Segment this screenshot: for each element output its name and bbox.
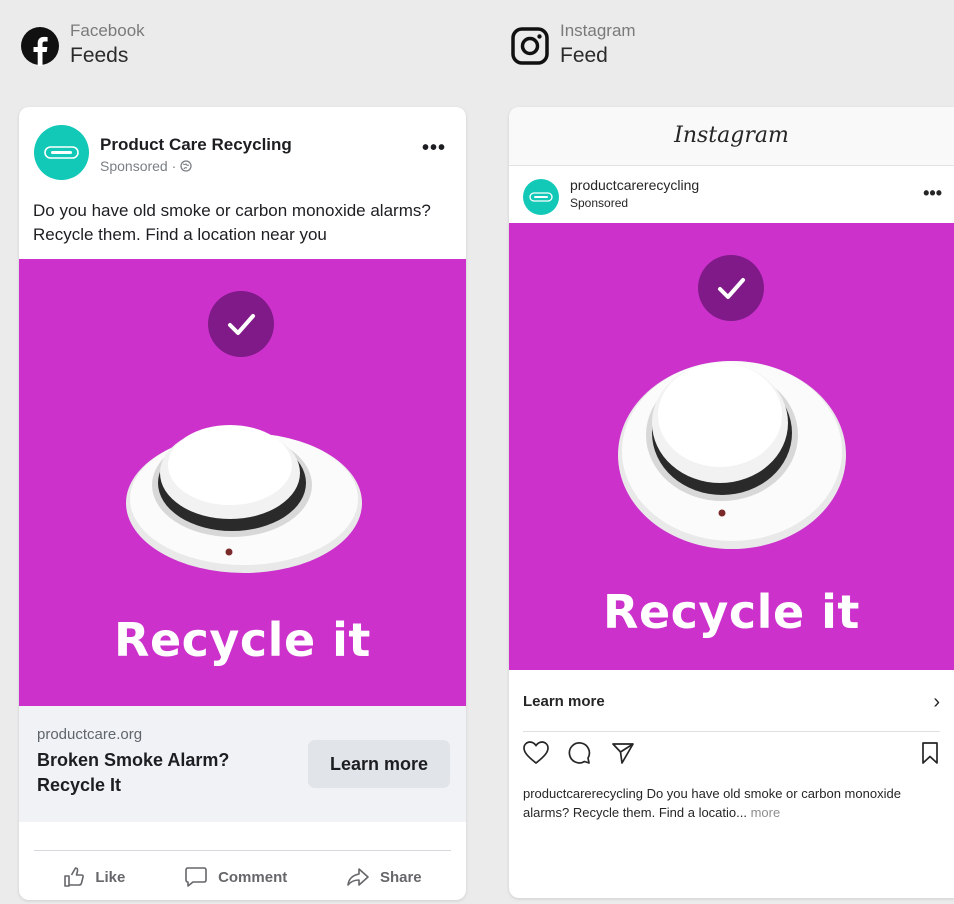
divider [34, 850, 451, 851]
divider [523, 731, 940, 732]
smoke-alarm-image [618, 361, 846, 549]
platform-name: Instagram [560, 21, 636, 40]
share-icon [347, 868, 369, 886]
more-options-button[interactable]: ••• [923, 183, 942, 204]
caption-username[interactable]: productcarerecycling [523, 786, 643, 801]
sponsored-label: Sponsored · [100, 158, 192, 174]
link-headline: Broken Smoke Alarm? Recycle It [37, 750, 230, 795]
instagram-ad-preview: Instagram productcarerecycling Sponsored… [509, 107, 954, 898]
product-care-logo-icon [44, 146, 79, 159]
ad-image[interactable]: Recycle it [19, 259, 466, 706]
caption-more-link[interactable]: more [747, 805, 781, 820]
sponsored-label: Sponsored [570, 196, 629, 210]
comment-label: Comment [218, 868, 288, 886]
action-bar: Like Comment Share [34, 859, 451, 895]
like-button[interactable]: Like [63, 866, 125, 888]
link-preview[interactable]: productcare.org Broken Smoke Alarm? Recy… [19, 706, 466, 822]
caption: productcarerecycling Do you have old smo… [523, 784, 943, 822]
facebook-header: Facebook Feeds [20, 20, 145, 70]
share-button[interactable]: Share [346, 866, 422, 888]
placement-name: Feeds [70, 44, 129, 67]
smoke-alarm-image [126, 425, 362, 573]
globe-icon [180, 160, 192, 172]
facebook-logo-icon [21, 27, 59, 66]
chevron-right-icon[interactable]: › [933, 691, 940, 714]
placement-name: Feed [560, 44, 608, 67]
instagram-logo-icon [511, 27, 549, 65]
share-label: Share [379, 868, 422, 886]
page-name[interactable]: Product Care Recycling [100, 135, 292, 155]
bookmark-icon[interactable] [920, 741, 940, 765]
comment-icon [185, 867, 207, 887]
comment-button[interactable]: Comment [184, 866, 287, 888]
heart-icon[interactable] [523, 741, 549, 765]
instagram-wordmark: Instagram [674, 123, 789, 148]
thumbs-up-icon [64, 867, 85, 887]
username[interactable]: productcarerecycling [570, 177, 699, 193]
send-icon[interactable] [611, 741, 635, 765]
ad-image[interactable]: Recycle it [509, 223, 954, 670]
profile-avatar[interactable] [523, 179, 559, 215]
sponsored-text: Sponsored · [100, 158, 181, 174]
comment-icon[interactable] [567, 741, 591, 765]
checkmark-icon [698, 255, 764, 321]
image-headline: Recycle it [603, 585, 860, 639]
primary-text: Do you have old smoke or carbon monoxide… [33, 201, 431, 244]
instagram-header: Instagram Feed [510, 20, 636, 70]
like-label: Like [95, 868, 126, 886]
page-avatar[interactable] [34, 125, 89, 180]
learn-more-link[interactable]: Learn more [523, 693, 605, 710]
learn-more-button[interactable]: Learn more [308, 740, 450, 788]
checkmark-icon [208, 291, 274, 357]
image-headline: Recycle it [114, 613, 371, 667]
link-description-faded [37, 798, 257, 808]
link-domain: productcare.org [37, 726, 143, 743]
platform-name: Facebook [70, 21, 145, 40]
instagram-top-bar: Instagram [509, 107, 954, 166]
facebook-ad-preview: Product Care Recycling Sponsored · ••• D… [19, 107, 466, 900]
product-care-logo-icon [529, 192, 553, 202]
more-options-button[interactable]: ••• [422, 137, 446, 160]
action-icons [523, 741, 940, 771]
